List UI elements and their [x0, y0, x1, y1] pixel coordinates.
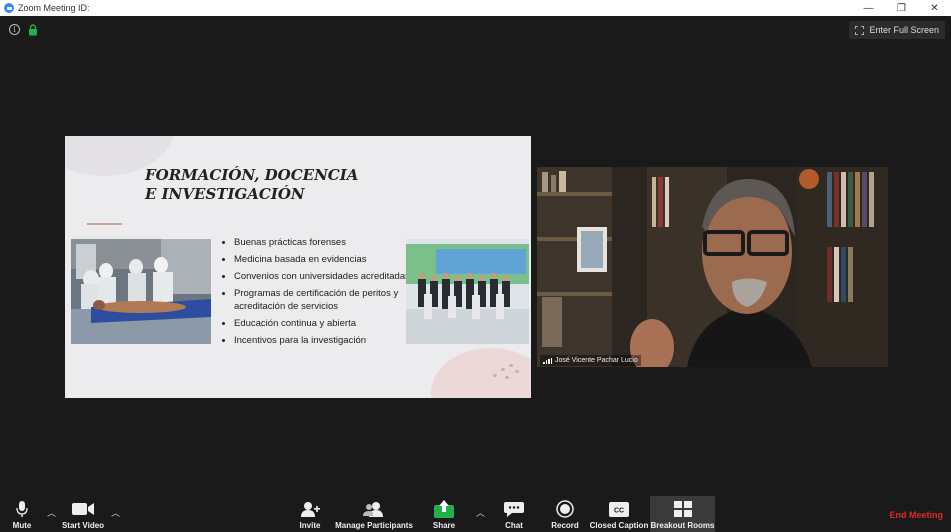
video-options-caret-icon[interactable]: ︿: [111, 506, 120, 519]
participant-video-frame: [537, 167, 888, 367]
start-video-button[interactable]: Start Video: [60, 496, 106, 532]
chat-label: Chat: [505, 521, 523, 530]
end-meeting-button[interactable]: End Meeting: [890, 510, 944, 520]
zoom-logo-icon: [4, 3, 14, 13]
invite-label: Invite: [299, 521, 321, 530]
share-label: Share: [432, 521, 456, 530]
slide-decoration-blob: [431, 348, 531, 398]
chat-button[interactable]: Chat: [500, 496, 528, 532]
record-icon: [556, 500, 574, 518]
bullet-item: Programas de certificación de peritos y …: [221, 287, 411, 313]
participant-name-tag: José Vicente Pachar Lucio: [540, 355, 641, 366]
window-title: Zoom Meeting ID:: [18, 3, 90, 13]
closed-caption-icon: CC: [609, 501, 629, 517]
meeting-toolbar: Mute ︿ Start Video ︿ Invite Manage Parti…: [0, 496, 951, 532]
manage-participants-label: Manage Participants: [335, 521, 413, 530]
audio-options-caret-icon[interactable]: ︿: [47, 506, 56, 519]
lock-icon[interactable]: [28, 24, 38, 36]
closed-caption-label: Closed Caption: [589, 521, 649, 530]
record-label: Record: [551, 521, 579, 530]
fullscreen-label: Enter Full Screen: [869, 25, 939, 35]
autopsy-photo: [71, 239, 211, 344]
bullet-item: Incentivos para la investigación: [221, 334, 411, 347]
close-button[interactable]: ✕: [918, 0, 951, 16]
meeting-area: i Enter Full Screen FORMACIÓN, DOCENCIA …: [0, 16, 951, 496]
mute-button[interactable]: Mute: [8, 496, 36, 532]
mute-label: Mute: [12, 521, 32, 530]
title-underline: [87, 223, 122, 225]
closed-caption-button[interactable]: CC Closed Caption: [589, 496, 649, 532]
restore-button[interactable]: ❐: [885, 0, 918, 16]
bullet-list: Buenas prácticas forenses Medicina basad…: [221, 236, 411, 351]
add-person-icon: [301, 502, 320, 517]
share-options-caret-icon[interactable]: ︿: [476, 506, 485, 519]
svg-text:CC: CC: [614, 507, 624, 514]
bullet-item: Educación continua y abierta: [221, 317, 411, 330]
breakout-rooms-icon: [673, 501, 692, 517]
video-camera-icon: [72, 503, 94, 515]
enter-full-screen-button[interactable]: Enter Full Screen: [849, 21, 945, 39]
bullet-item: Medicina basada en evidencias: [221, 253, 411, 266]
breakout-rooms-label: Breakout Rooms: [650, 521, 715, 530]
slide-title: FORMACIÓN, DOCENCIA E INVESTIGACIÓN: [145, 166, 359, 203]
invite-button[interactable]: Invite: [296, 496, 324, 532]
start-video-label: Start Video: [61, 521, 105, 530]
manage-participants-button[interactable]: Manage Participants: [334, 496, 414, 532]
window-controls: — ❐ ✕: [852, 0, 951, 16]
microphone-icon: [16, 501, 28, 517]
shared-screen-slide: FORMACIÓN, DOCENCIA E INVESTIGACIÓN Buen…: [65, 136, 531, 398]
participant-video[interactable]: José Vicente Pachar Lucio: [537, 167, 888, 367]
title-bar: Zoom Meeting ID: — ❐ ✕: [0, 0, 951, 16]
bullet-item: Convenios con universidades acreditadas: [221, 270, 411, 283]
info-icon[interactable]: i: [9, 24, 20, 35]
bullet-item: Buenas prácticas forenses: [221, 236, 411, 249]
record-button[interactable]: Record: [549, 496, 581, 532]
breakout-rooms-button[interactable]: Breakout Rooms: [650, 496, 715, 532]
participants-icon: [363, 502, 383, 517]
share-screen-icon: [434, 500, 454, 518]
share-button[interactable]: Share: [430, 496, 458, 532]
minimize-button[interactable]: —: [852, 0, 885, 16]
fullscreen-icon: [855, 25, 865, 35]
chat-bubble-icon: [504, 502, 524, 517]
participant-name: José Vicente Pachar Lucio: [555, 357, 638, 364]
signal-strength-icon: [543, 357, 552, 364]
group-photo: [406, 239, 529, 344]
